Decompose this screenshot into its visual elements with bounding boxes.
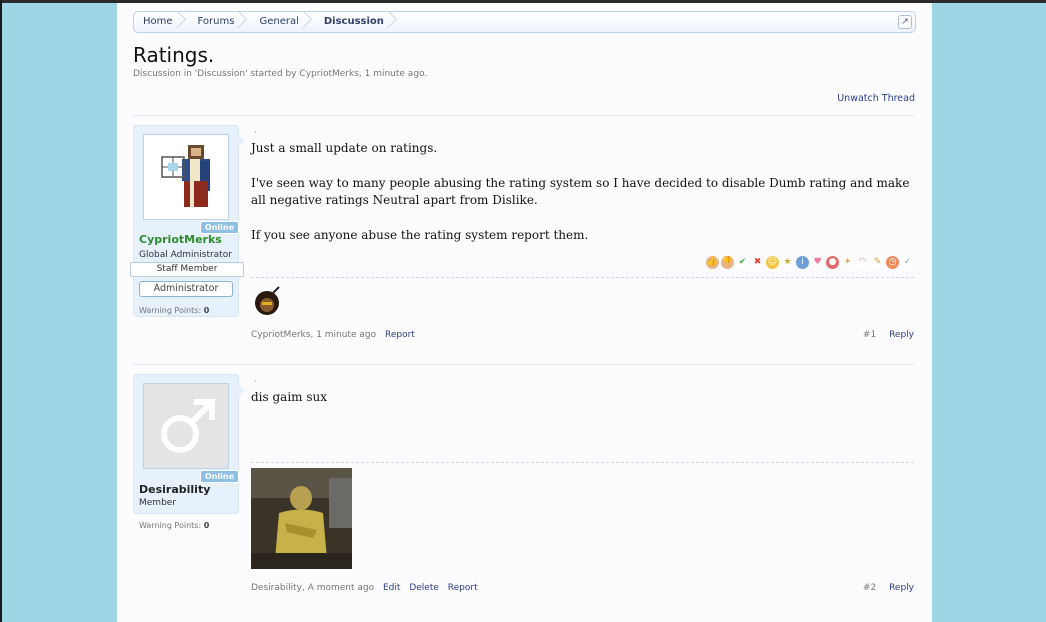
rating-bar: 👍 👎 ✔ ✖ ☺ ★ i ♥ ● ✦ ◠ ✎ ◷ ✓ [706, 256, 914, 269]
post-number-link[interactable]: #1 [863, 330, 876, 340]
divider [133, 364, 914, 365]
breadcrumb-general[interactable]: General [250, 12, 314, 32]
user-info-panel: Online CypriotMerks Global Administrator… [130, 125, 244, 317]
user-title: Global Administrator [139, 250, 232, 260]
administrator-badge: Administrator [139, 281, 233, 297]
unwatch-thread-link[interactable]: Unwatch Thread [837, 93, 915, 104]
staff-member-banner: Staff Member [130, 262, 244, 277]
funny-icon[interactable]: ☺ [766, 256, 779, 269]
warning-points-value: 0 [203, 521, 210, 530]
warning-points-label: Warning Points: [139, 306, 202, 315]
dislike-icon[interactable]: 👎 [721, 256, 734, 269]
report-link[interactable]: Report [448, 583, 478, 593]
useful-icon[interactable]: ● [826, 256, 839, 269]
post-2: Online Desirability Member Warning Point… [133, 374, 914, 604]
divider [133, 115, 914, 116]
online-badge: Online [199, 470, 239, 483]
message-paragraph: dis gaim sux [251, 390, 328, 404]
agree-icon[interactable]: ✔ [736, 256, 749, 269]
report-link[interactable]: Report [385, 330, 415, 340]
breadcrumb: Home Forums General Discussion ↗ [133, 11, 916, 33]
external-link-icon[interactable]: ↗ [898, 15, 912, 29]
post-date[interactable]: A moment ago [308, 583, 374, 593]
breadcrumb-forums[interactable]: Forums [189, 12, 251, 32]
breadcrumb-home[interactable]: Home [134, 12, 189, 32]
post-marker: · [254, 377, 257, 387]
signature-image [251, 468, 352, 569]
post-message: dis gaim sux [251, 389, 911, 424]
username[interactable]: Desirability [139, 483, 210, 496]
like-icon[interactable]: 👍 [706, 256, 719, 269]
post-number-link[interactable]: #2 [863, 583, 876, 593]
post-meta: CypriotMerks, 1 minute ago Report [251, 330, 415, 340]
avatar-image [161, 145, 210, 207]
informative-icon[interactable]: i [796, 256, 809, 269]
warning-points-label: Warning Points: [139, 521, 202, 530]
post-message: Just a small update on ratings. I've see… [251, 140, 911, 261]
friendly-icon[interactable]: ♥ [811, 256, 824, 269]
message-arrow [237, 382, 245, 398]
message-paragraph: If you see anyone abuse the rating syste… [251, 227, 589, 242]
signature-divider [251, 462, 914, 463]
coherent-icon[interactable]: ✎ [871, 256, 884, 269]
post-date[interactable]: 1 minute ago [316, 330, 376, 340]
creative-icon[interactable]: ◠ [856, 256, 869, 269]
post-author-link[interactable]: CypriotMerks [251, 330, 310, 340]
message-paragraph: Just a small update on ratings. [251, 141, 438, 155]
post-marker: · [254, 128, 257, 138]
thread-title: Ratings. [133, 43, 215, 67]
thread-description: Discussion in 'Discussion' started by Cy… [133, 69, 428, 79]
warning-points: Warning Points: 0 [139, 521, 209, 530]
warning-points-value: 0 [203, 306, 210, 315]
message-paragraph: I've seen way to many people abusing the… [251, 175, 910, 208]
avatar[interactable] [143, 134, 229, 220]
post-1: Online CypriotMerks Global Administrator… [130, 125, 914, 345]
post-author-link[interactable]: Desirability [251, 583, 302, 593]
male-placeholder-icon [161, 399, 215, 453]
reply-link[interactable]: Reply [889, 330, 914, 340]
warning-points: Warning Points: 0 [139, 306, 209, 315]
user-title: Member [139, 498, 177, 508]
username[interactable]: CypriotMerks [139, 233, 222, 246]
post-controls-right: #2 Reply [853, 583, 914, 593]
window-left-edge [0, 0, 2, 622]
winner-icon[interactable]: ★ [781, 256, 794, 269]
delete-link[interactable]: Delete [409, 583, 439, 593]
signature-image [255, 286, 280, 315]
disagree-icon[interactable]: ✖ [751, 256, 764, 269]
late-icon[interactable]: ◷ [886, 256, 899, 269]
reply-link[interactable]: Reply [889, 583, 914, 593]
user-info-panel: Online Desirability Member Warning Point… [133, 374, 239, 530]
post-controls-right: #1 Reply [853, 330, 914, 340]
breadcrumb-discussion[interactable]: Discussion [315, 12, 400, 32]
programming-icon[interactable]: ✓ [901, 256, 914, 269]
post-meta: Desirability, A moment ago Edit Delete R… [251, 583, 478, 593]
edit-link[interactable]: Edit [383, 583, 400, 593]
signature-divider [251, 277, 914, 278]
forum-page: Home Forums General Discussion ↗ Ratings… [117, 3, 932, 622]
message-arrow [237, 133, 245, 149]
avatar[interactable] [143, 383, 229, 469]
optimistic-icon[interactable]: ✦ [841, 256, 854, 269]
